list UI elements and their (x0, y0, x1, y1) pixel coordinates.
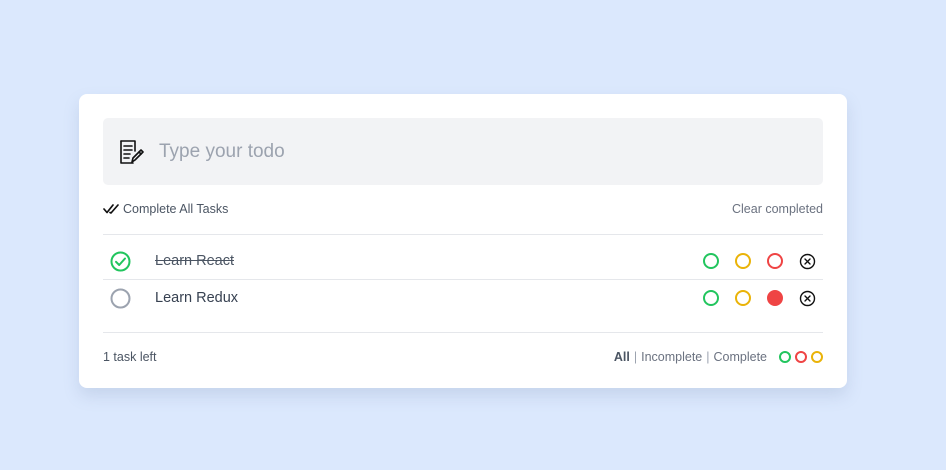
priority-yellow-button[interactable] (735, 290, 751, 306)
tasks-left-count: 1 task left (103, 350, 157, 364)
todo-item: Learn React (103, 243, 823, 280)
priority-red-button-selected[interactable] (767, 290, 783, 306)
color-filter-yellow[interactable] (811, 351, 823, 363)
check-circle-icon[interactable] (110, 251, 131, 272)
color-filter-red[interactable] (795, 351, 807, 363)
priority-green-button[interactable] (703, 253, 719, 269)
todo-toolbar: Complete All Tasks Clear completed (103, 202, 823, 220)
priority-yellow-button[interactable] (735, 253, 751, 269)
todo-input-container (103, 118, 823, 185)
filter-separator: | (706, 350, 710, 364)
todo-item: Learn Redux (103, 280, 823, 317)
priority-green-button[interactable] (703, 290, 719, 306)
color-filter-green[interactable] (779, 351, 791, 363)
cancel-circle-icon[interactable] (799, 290, 816, 307)
footer-divider (103, 332, 823, 333)
complete-all-label: Complete All Tasks (123, 202, 229, 216)
clear-completed-button[interactable]: Clear completed (732, 202, 823, 216)
filter-separator: | (633, 350, 638, 364)
todo-card: Complete All Tasks Clear completed Learn… (79, 94, 847, 388)
double-check-icon (103, 204, 119, 214)
todo-input[interactable] (159, 118, 809, 185)
todo-footer: 1 task left All | Incomplete | Complete (103, 349, 823, 367)
filter-all[interactable]: All (614, 350, 630, 364)
priority-red-button[interactable] (767, 253, 783, 269)
filter-incomplete[interactable]: Incomplete (641, 350, 702, 364)
divider (103, 234, 823, 235)
filter-complete[interactable]: Complete (714, 350, 768, 364)
cancel-circle-icon[interactable] (799, 253, 816, 270)
complete-all-button[interactable]: Complete All Tasks (103, 202, 228, 216)
empty-circle-icon[interactable] (110, 288, 131, 309)
status-filters: All | Incomplete | Complete (614, 350, 767, 364)
note-pencil-icon (118, 139, 144, 165)
todo-text: Learn Redux (155, 290, 239, 306)
todo-text: Learn React (155, 253, 234, 269)
